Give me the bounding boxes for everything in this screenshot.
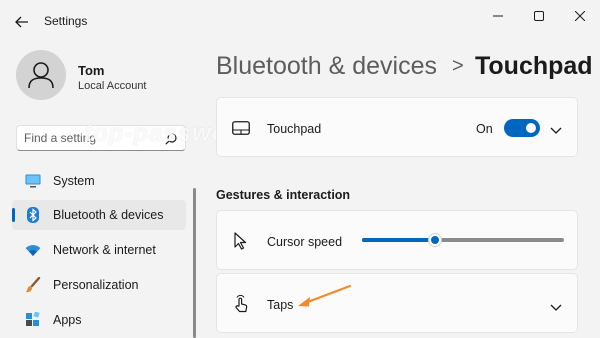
sidebar-item-label: Bluetooth & devices xyxy=(53,208,164,222)
account-type: Local Account xyxy=(78,80,147,92)
app-title: Settings xyxy=(44,14,88,28)
brush-icon xyxy=(25,277,41,293)
sidebar-item-system[interactable]: System xyxy=(12,166,186,196)
section-title: Gestures & interaction xyxy=(216,188,351,202)
page-title: Touchpad xyxy=(475,52,593,80)
sidebar-item-label: Apps xyxy=(53,313,82,327)
taps-card[interactable]: Taps xyxy=(216,273,578,333)
sidebar-item-apps[interactable]: Apps xyxy=(12,305,186,335)
touchpad-icon xyxy=(231,118,251,138)
back-arrow-icon xyxy=(15,16,28,28)
monitor-icon xyxy=(25,173,41,189)
maximize-icon xyxy=(534,11,544,21)
cursor-speed-slider[interactable] xyxy=(362,232,564,248)
account-name: Tom xyxy=(78,63,105,78)
scrollbar[interactable] xyxy=(193,188,196,338)
toggle-state-label: On xyxy=(476,122,493,136)
maximize-button[interactable] xyxy=(521,4,557,28)
title-bar: Settings xyxy=(0,0,600,40)
slider-fill xyxy=(362,238,435,242)
close-icon xyxy=(575,11,585,21)
taps-label: Taps xyxy=(267,298,294,312)
cursor-icon xyxy=(231,231,251,251)
bluetooth-icon xyxy=(25,207,41,223)
cursor-speed-label: Cursor speed xyxy=(267,235,343,249)
selection-indicator xyxy=(12,208,15,222)
sidebar-item-label: System xyxy=(53,174,95,188)
apps-icon xyxy=(25,312,41,328)
chevron-down-icon[interactable] xyxy=(550,299,562,317)
minimize-button[interactable] xyxy=(480,4,516,28)
tap-gesture-icon xyxy=(231,294,251,314)
touchpad-toggle[interactable] xyxy=(504,119,540,137)
touchpad-card[interactable]: Touchpad On xyxy=(216,97,578,157)
sidebar-item-bluetooth-devices[interactable]: Bluetooth & devices xyxy=(12,200,186,230)
sidebar-item-personalization[interactable]: Personalization xyxy=(12,270,186,300)
touchpad-label: Touchpad xyxy=(267,122,322,136)
breadcrumb-parent[interactable]: Bluetooth & devices xyxy=(216,52,437,81)
close-button[interactable] xyxy=(562,4,598,28)
user-icon xyxy=(28,62,54,89)
toggle-knob xyxy=(526,123,536,133)
wifi-icon xyxy=(25,242,41,258)
sidebar-item-label: Network & internet xyxy=(53,243,156,257)
back-button[interactable] xyxy=(10,10,34,34)
sidebar-item-label: Personalization xyxy=(53,278,139,292)
sidebar-item-network-internet[interactable]: Network & internet xyxy=(12,235,186,265)
chevron-down-icon[interactable] xyxy=(550,122,562,140)
avatar[interactable] xyxy=(16,50,66,100)
minimize-icon xyxy=(493,15,503,17)
annotation-arrow-icon xyxy=(298,284,352,307)
slider-thumb[interactable] xyxy=(427,233,442,247)
breadcrumb-separator: > xyxy=(452,55,464,77)
